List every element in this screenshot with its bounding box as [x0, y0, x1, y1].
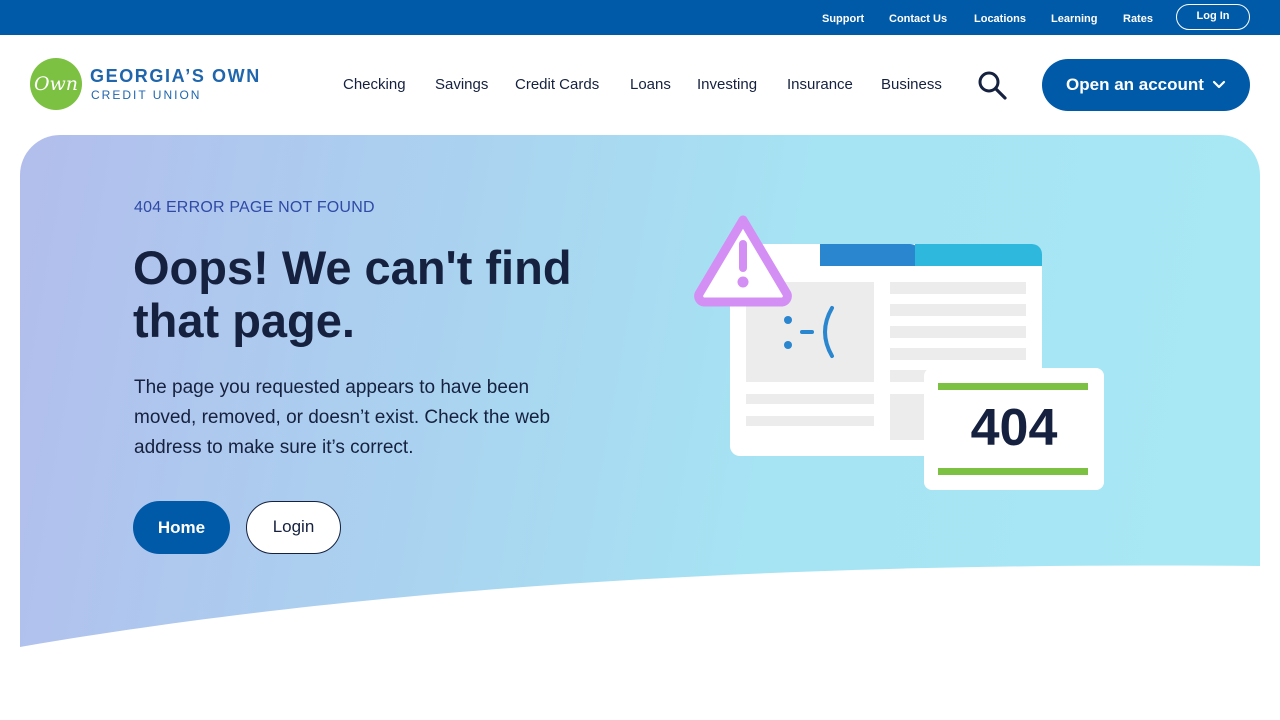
topbar-login-button[interactable]: Log In: [1176, 4, 1250, 30]
nav-item-insurance[interactable]: Insurance: [787, 76, 853, 94]
topbar-link-locations[interactable]: Locations: [974, 12, 1026, 26]
logo-mark: Own: [30, 58, 82, 110]
login-button[interactable]: Login: [246, 501, 341, 554]
topbar-link-rates[interactable]: Rates: [1123, 12, 1153, 26]
search-button[interactable]: [976, 70, 1008, 100]
error-code: 404: [970, 399, 1058, 457]
home-button[interactable]: Home: [133, 501, 230, 554]
page-title: Oops! We can't find that page.: [133, 241, 572, 347]
logo-subname: CREDIT UNION: [91, 88, 202, 102]
error-description: The page you requested appears to have b…: [134, 377, 551, 458]
nav-item-checking[interactable]: Checking: [343, 76, 406, 94]
nav-item-loans[interactable]: Loans: [630, 76, 671, 94]
open-account-button[interactable]: Open an account: [1042, 59, 1250, 111]
topbar-link-contact-us[interactable]: Contact Us: [889, 12, 947, 26]
topbar-link-learning[interactable]: Learning: [1051, 12, 1097, 26]
nav-item-investing[interactable]: Investing: [697, 76, 757, 94]
utility-bar: Support Contact Us Locations Learning Ra…: [0, 0, 1280, 35]
nav-item-credit-cards[interactable]: Credit Cards: [515, 76, 599, 94]
site-logo[interactable]: Own GEORGIA’S OWN CREDIT UNION: [30, 58, 280, 112]
logo-name: GEORGIA’S OWN: [90, 66, 261, 86]
nav-item-business[interactable]: Business: [881, 76, 942, 94]
open-account-label: Open an account: [1066, 75, 1204, 94]
topbar-link-support[interactable]: Support: [822, 12, 864, 26]
hero-wave-divider: [20, 565, 1260, 655]
nav-item-savings[interactable]: Savings: [435, 76, 488, 94]
error-eyebrow: 404 ERROR PAGE NOT FOUND: [134, 199, 375, 216]
chevron-down-icon: [1212, 80, 1226, 89]
search-icon: [978, 71, 1007, 100]
